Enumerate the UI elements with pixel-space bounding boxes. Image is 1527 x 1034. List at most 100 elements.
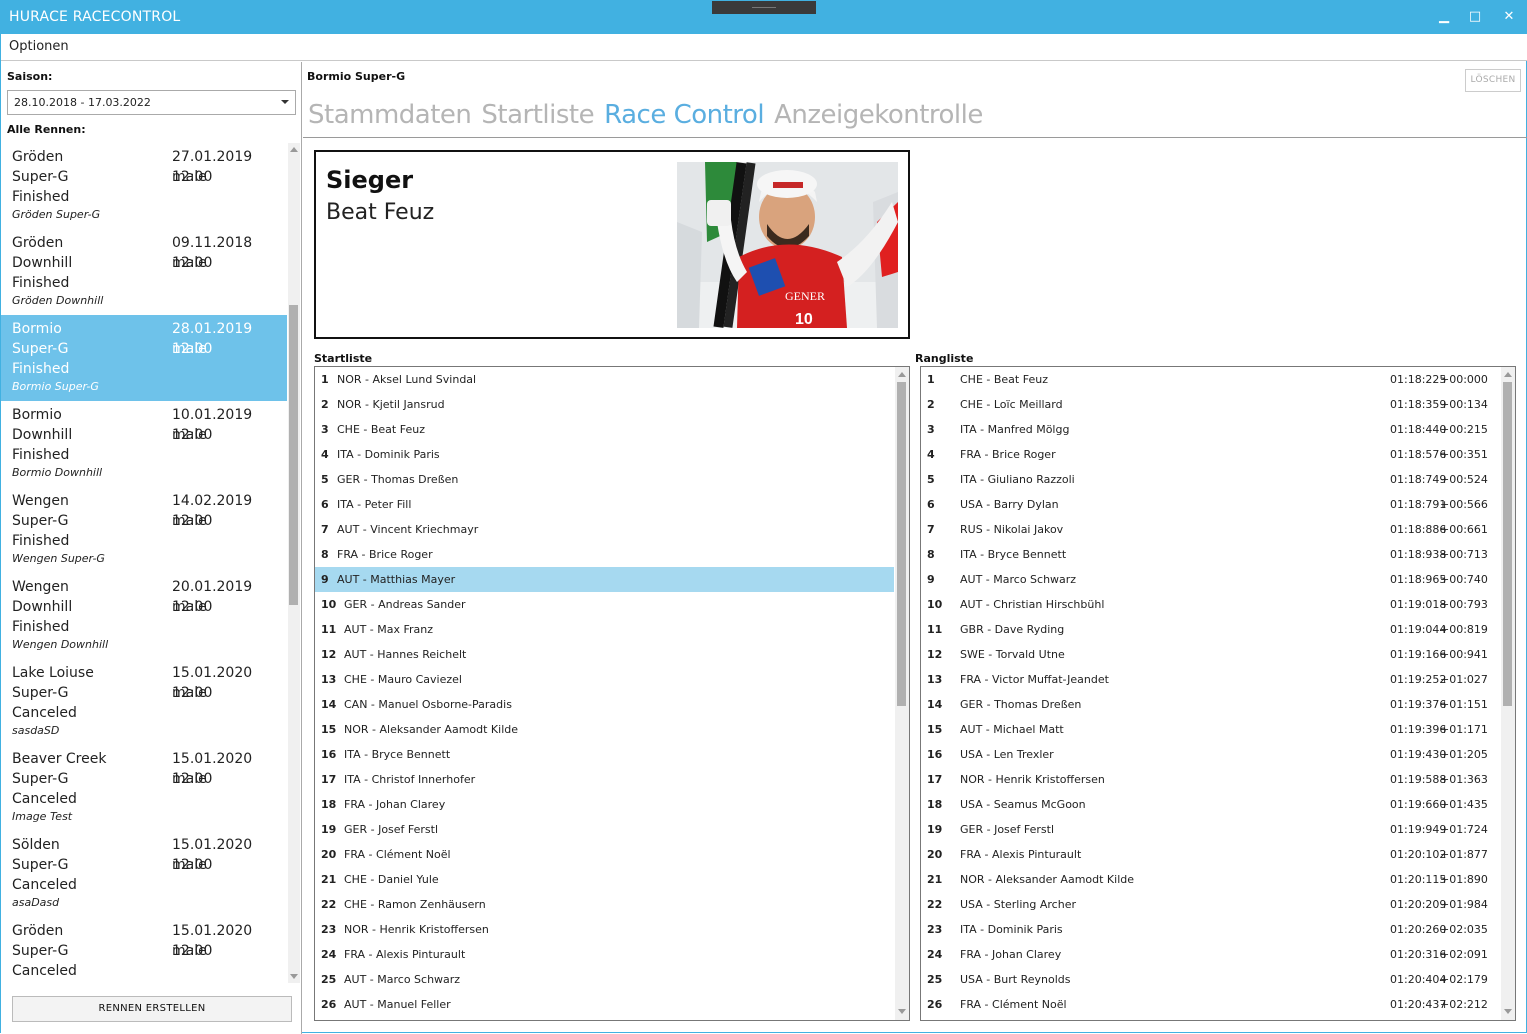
ranking-time: 01:19:252 — [1390, 673, 1447, 686]
startlist-row[interactable]: 14 CAN - Manuel Osborne-Paradis — [315, 692, 894, 717]
season-select[interactable]: 28.10.2018 - 17.03.2022 — [7, 90, 296, 115]
menu-bar: Optionen — [1, 34, 1527, 61]
ranking-row[interactable]: 18 USA - Seamus McGoon 01:19:660 +01:435 — [921, 792, 1500, 817]
ranking-row[interactable]: 7 RUS - Nikolai Jakov 01:18:886 +00:661 — [921, 517, 1500, 542]
race-list-item[interactable]: Gröden Super-G Canceled 15.01.2020 12:00 mal… — [1, 917, 287, 983]
ranking-row[interactable]: 20 FRA - Alexis Pinturault 01:20:102 +01:87… — [921, 842, 1500, 867]
race-list[interactable]: Gröden Super-G Finished Gröden Super-G 27.01… — [1, 143, 287, 983]
race-list-item[interactable]: Gröden Super-G Finished Gröden Super-G 27.01… — [1, 143, 287, 229]
scroll-thumb[interactable] — [897, 382, 906, 706]
race-list-item[interactable]: Beaver Creek Super-G Canceled Image Test 15.… — [1, 745, 287, 831]
startlist-row[interactable]: 21 CHE - Daniel Yule — [315, 867, 894, 892]
tab-anzeigekontrolle[interactable]: Anzeigekontrolle — [774, 100, 983, 130]
startlist-row[interactable]: 12 AUT - Hannes Reichelt — [315, 642, 894, 667]
ranking-position: 26 — [927, 998, 943, 1011]
ranking-listbox[interactable]: 1 CHE - Beat Feuz 01:18:225 +00:000 2 CHE - L… — [920, 366, 1516, 1021]
ranking-row[interactable]: 9 AUT - Marco Schwarz 01:18:965 +00:740 — [921, 567, 1500, 592]
ranking-row[interactable]: 24 FRA - Johan Clarey 01:20:316 +02:091 — [921, 942, 1500, 967]
startlist-row[interactable]: 3 CHE - Beat Feuz — [315, 417, 894, 442]
startlist-row[interactable]: 5 GER - Thomas Dreßen — [315, 467, 894, 492]
race-list-item[interactable]: Bormio Downhill Finished Bormio Downhill 10.… — [1, 401, 287, 487]
ranking-row[interactable]: 12 SWE - Torvald Utne 01:19:166 +00:941 — [921, 642, 1500, 667]
ranking-row[interactable]: 5 ITA - Giuliano Razzoli 01:18:749 +00:524 — [921, 467, 1500, 492]
startlist-row[interactable]: 13 CHE - Mauro Caviezel — [315, 667, 894, 692]
ranking-row[interactable]: 6 USA - Barry Dylan 01:18:791 +00:566 — [921, 492, 1500, 517]
minimize-button[interactable]: ▁ — [1433, 7, 1455, 27]
ranking-row[interactable]: 2 CHE - Loïc Meillard 01:18:359 +00:134 — [921, 392, 1500, 417]
startlist-row[interactable]: 22 CHE - Ramon Zenhäusern — [315, 892, 894, 917]
ranking-row[interactable]: 14 GER - Thomas Dreßen 01:19:376 +01:151 — [921, 692, 1500, 717]
ranking-row[interactable]: 15 AUT - Michael Matt 01:19:396 +01:171 — [921, 717, 1500, 742]
create-race-button[interactable]: RENNEN ERSTELLEN — [12, 996, 292, 1022]
tab-race-control[interactable]: Race Control — [604, 100, 764, 130]
menu-optionen[interactable]: Optionen — [9, 39, 69, 54]
startlist-row[interactable]: 26 AUT - Manuel Feller — [315, 992, 894, 1017]
startlist-row[interactable]: 20 FRA - Clément Noël — [315, 842, 894, 867]
startlist-row[interactable]: 18 FRA - Johan Clarey — [315, 792, 894, 817]
startlist-row[interactable]: 11 AUT - Max Franz — [315, 617, 894, 642]
startlist-row[interactable]: 9 AUT - Matthias Mayer — [315, 567, 894, 592]
ranking-racer: ITA - Manfred Mölgg — [960, 423, 1070, 436]
ranking-row[interactable]: 10 AUT - Christian Hirschbühl 01:19:018 +00… — [921, 592, 1500, 617]
ranking-row[interactable]: 19 GER - Josef Ferstl 01:19:949 +01:724 — [921, 817, 1500, 842]
tab-stammdaten[interactable]: Stammdaten — [308, 100, 472, 130]
startlist-position: 11 — [321, 623, 337, 636]
ranking-row[interactable]: 3 ITA - Manfred Mölgg 01:18:440 +00:215 — [921, 417, 1500, 442]
startlist-row[interactable]: 24 FRA - Alexis Pinturault — [315, 942, 894, 967]
ranking-racer: NOR - Aleksander Aamodt Kilde — [960, 873, 1135, 886]
tab-startliste[interactable]: Startliste — [481, 100, 594, 130]
race-list-item[interactable]: Sölden Super-G Canceled asaDasd 15.01.2020 1… — [1, 831, 287, 917]
ranking-row[interactable]: 26 FRA - Clément Noël 01:20:437 +02:212 — [921, 992, 1500, 1017]
startlist-position: 23 — [321, 923, 337, 936]
race-list-item[interactable]: Wengen Super-G Finished Wengen Super-G 14.02… — [1, 487, 287, 573]
scroll-up-icon[interactable] — [898, 372, 906, 377]
startlist-row[interactable]: 15 NOR - Aleksander Aamodt Kilde — [315, 717, 894, 742]
scroll-thumb[interactable] — [1503, 382, 1512, 706]
title-bar[interactable]: HURACE RACECONTROL ▁ □ ✕ — [1, 1, 1527, 34]
race-list-item[interactable]: Lake Loiuse Super-G Canceled sasdaSD 15.01.2… — [1, 659, 287, 745]
race-list-scrollbar[interactable] — [288, 143, 300, 983]
scroll-down-icon[interactable] — [1504, 1009, 1512, 1014]
startlist-row[interactable]: 17 ITA - Christof Innerhofer — [315, 767, 894, 792]
drag-handle[interactable] — [712, 1, 816, 14]
maximize-button[interactable]: □ — [1464, 7, 1486, 27]
startlist-row[interactable]: 23 NOR - Henrik Kristoffersen — [315, 917, 894, 942]
ranking-row[interactable]: 11 GBR - Dave Ryding 01:19:044 +00:819 — [921, 617, 1500, 642]
race-list-item[interactable]: Bormio Super-G Finished Bormio Super-G 28.01… — [1, 315, 287, 401]
ranking-row[interactable]: 17 NOR - Henrik Kristoffersen 01:19:588 +01… — [921, 767, 1500, 792]
startlist-row[interactable]: 1 NOR - Aksel Lund Svindal — [315, 367, 894, 392]
startlist-row[interactable]: 7 AUT - Vincent Kriechmayr — [315, 517, 894, 542]
ranking-row[interactable]: 1 CHE - Beat Feuz 01:18:225 +00:000 — [921, 367, 1500, 392]
race-list-item[interactable]: Gröden Downhill Finished Gröden Downhill 09.… — [1, 229, 287, 315]
ranking-row[interactable]: 16 USA - Len Trexler 01:19:430 +01:205 — [921, 742, 1500, 767]
scroll-down-icon[interactable] — [898, 1009, 906, 1014]
ranking-row[interactable]: 4 FRA - Brice Roger 01:18:576 +00:351 — [921, 442, 1500, 467]
startlist-row[interactable]: 6 ITA - Peter Fill — [315, 492, 894, 517]
ranking-row[interactable]: 13 FRA - Victor Muffat-Jeandet 01:19:252 +0… — [921, 667, 1500, 692]
scroll-up-icon[interactable] — [290, 147, 298, 152]
startlist-row[interactable]: 10 GER - Andreas Sander — [315, 592, 894, 617]
ranking-row[interactable]: 8 ITA - Bryce Bennett 01:18:938 +00:713 — [921, 542, 1500, 567]
ranking-row[interactable]: 25 USA - Burt Reynolds 01:20:404 +02:179 — [921, 967, 1500, 992]
startlist-row[interactable]: 2 NOR - Kjetil Jansrud — [315, 392, 894, 417]
startlist-row[interactable]: 19 GER - Josef Ferstl — [315, 817, 894, 842]
delete-button[interactable]: LÖSCHEN — [1465, 69, 1521, 92]
ranking-row[interactable]: 22 USA - Sterling Archer 01:20:209 +01:984 — [921, 892, 1500, 917]
close-button[interactable]: ✕ — [1498, 7, 1520, 27]
ranking-row[interactable]: 23 ITA - Dominik Paris 01:20:260 +02:035 — [921, 917, 1500, 942]
ranking-diff: +01:984 — [1440, 898, 1488, 911]
race-gender: male — [172, 169, 207, 185]
startlist-label: Startliste — [314, 352, 373, 365]
startlist-row[interactable]: 8 FRA - Brice Roger — [315, 542, 894, 567]
ranking-row[interactable]: 21 NOR - Aleksander Aamodt Kilde 01:20:115… — [921, 867, 1500, 892]
ranking-scrollbar[interactable] — [1501, 367, 1515, 1020]
race-list-item[interactable]: Wengen Downhill Finished Wengen Downhill 20.… — [1, 573, 287, 659]
startlist-scrollbar[interactable] — [895, 367, 909, 1020]
startlist-row[interactable]: 4 ITA - Dominik Paris — [315, 442, 894, 467]
startlist-row[interactable]: 25 AUT - Marco Schwarz — [315, 967, 894, 992]
startlist-listbox[interactable]: 1 NOR - Aksel Lund Svindal 2 NOR - Kjetil J… — [314, 366, 910, 1021]
scroll-thumb[interactable] — [289, 305, 298, 605]
startlist-row[interactable]: 16 ITA - Bryce Bennett — [315, 742, 894, 767]
scroll-up-icon[interactable] — [1504, 372, 1512, 377]
scroll-down-icon[interactable] — [290, 974, 298, 979]
